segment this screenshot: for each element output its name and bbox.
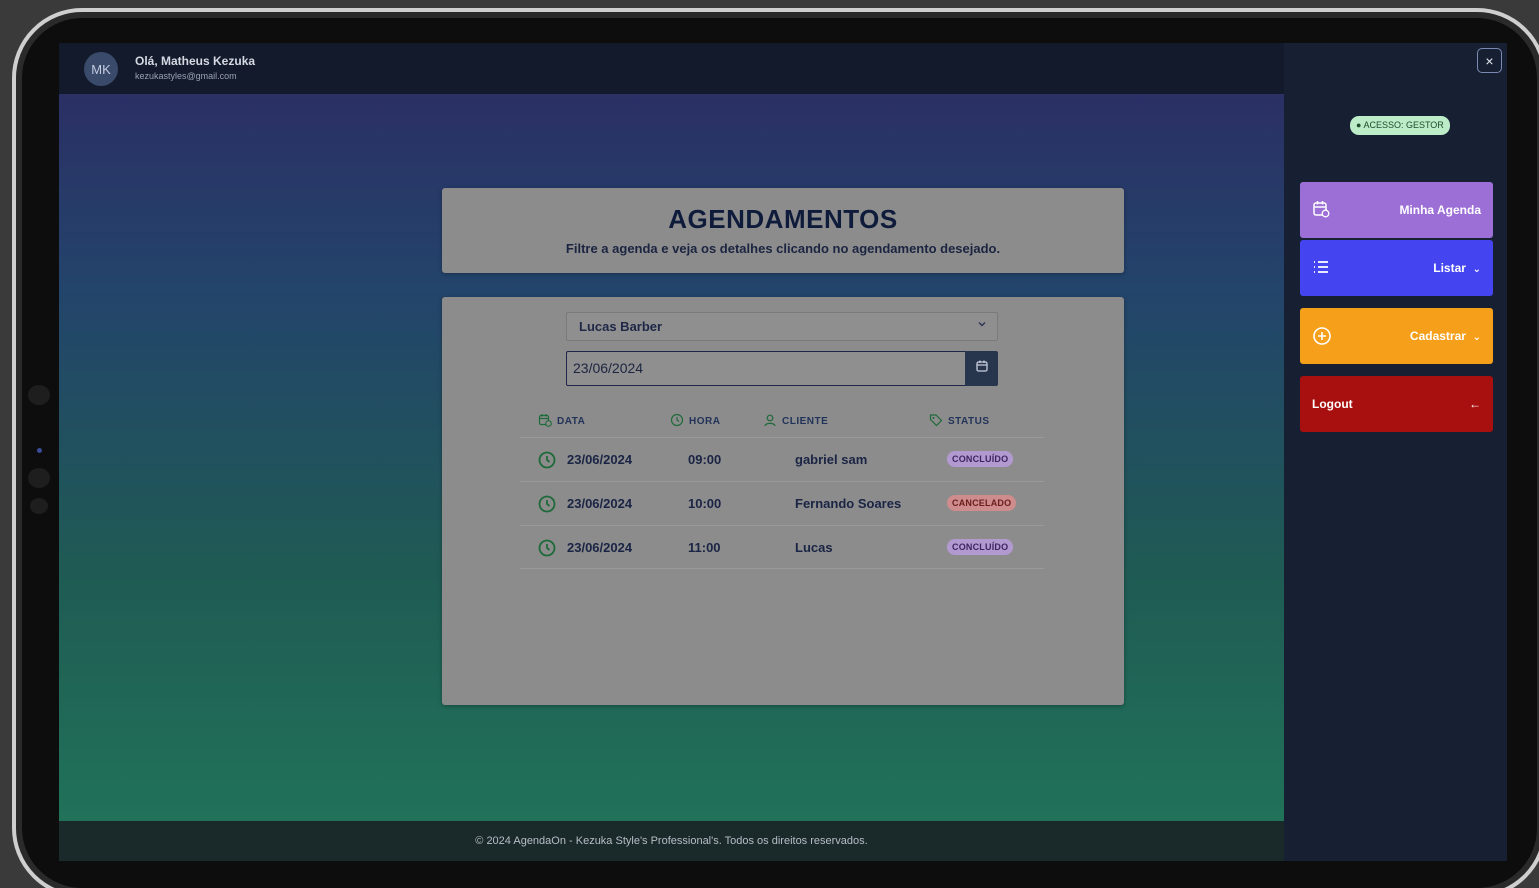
sidebar: × ● ACESSO: GESTOR Minha Agenda Listar ⌄… <box>1284 43 1507 861</box>
user-icon <box>763 413 777 430</box>
row-time: 11:00 <box>688 540 721 555</box>
row-date: 23/06/2024 <box>567 540 633 555</box>
column-header-cliente[interactable]: CLIENTE <box>763 413 828 430</box>
chevron-down-icon: ⌄ <box>1472 264 1481 275</box>
date-input[interactable]: 23/06/2024 <box>566 351 966 386</box>
table-row[interactable]: 23/06/2024 10:00 Fernando Soares CANCELA… <box>520 481 1044 525</box>
schedule-card: Lucas Barber 23/06/2024 DATA HORA CLIENT… <box>442 297 1124 705</box>
clock-icon <box>538 539 556 560</box>
register-button[interactable]: Cadastrar ⌄ <box>1300 308 1493 364</box>
calendar-clock-icon <box>1312 200 1330 221</box>
column-header-status[interactable]: STATUS <box>929 413 990 430</box>
plus-circle-icon <box>1312 326 1332 349</box>
top-bar: MK Olá, Matheus Kezuka kezukastyles@gmai… <box>59 43 1284 94</box>
column-header-hora[interactable]: HORA <box>670 413 720 430</box>
row-client: Fernando Soares <box>795 496 902 511</box>
row-client: gabriel sam <box>795 452 868 467</box>
role-badge: ● ACESSO: GESTOR <box>1350 116 1450 135</box>
tag-icon <box>929 413 943 430</box>
close-sidebar-button[interactable]: × <box>1477 48 1502 73</box>
table-header: DATA HORA CLIENTE STATUS <box>520 407 1044 437</box>
calendar-icon <box>975 359 989 378</box>
device-side-button <box>28 385 50 405</box>
logout-label: Logout <box>1312 397 1353 411</box>
list-label: Listar ⌄ <box>1433 261 1481 275</box>
status-badge: CONCLUÍDO <box>947 539 1014 555</box>
clock-icon <box>538 495 556 516</box>
professional-select[interactable]: Lucas Barber <box>566 312 998 341</box>
table-row[interactable]: 23/06/2024 09:00 gabriel sam CONCLUÍDO <box>520 437 1044 481</box>
row-date: 23/06/2024 <box>567 452 633 467</box>
clock-icon <box>670 413 684 430</box>
list-button[interactable]: Listar ⌄ <box>1300 240 1493 296</box>
row-date: 23/06/2024 <box>567 496 633 511</box>
device-side-button <box>30 498 48 514</box>
user-greeting: Olá, Matheus Kezuka <box>135 54 256 68</box>
column-header-data[interactable]: DATA <box>538 413 585 430</box>
my-agenda-button[interactable]: Minha Agenda <box>1300 182 1493 238</box>
avatar[interactable]: MK <box>84 52 118 86</box>
screen: MK Olá, Matheus Kezuka kezukastyles@gmai… <box>59 43 1507 861</box>
page-subtitle: Filtre a agenda e veja os detalhes clica… <box>565 241 1001 256</box>
row-time: 09:00 <box>688 452 722 467</box>
professional-select-value: Lucas Barber <box>579 319 663 334</box>
chevron-down-icon <box>977 319 987 332</box>
main-area: MK Olá, Matheus Kezuka kezukastyles@gmai… <box>59 43 1284 861</box>
device-side-button <box>28 468 50 488</box>
page-title: AGENDAMENTOS <box>668 204 898 234</box>
device-camera <box>37 448 42 453</box>
calendar-picker-button[interactable] <box>965 351 998 386</box>
clock-icon <box>538 451 556 472</box>
list-icon <box>1312 258 1330 279</box>
calendar-clock-icon <box>538 413 552 430</box>
footer: © 2024 AgendaOn - Kezuka Style's Profess… <box>59 821 1284 861</box>
arrow-left-icon: ← <box>1469 397 1481 411</box>
status-badge: CANCELADO <box>947 495 1017 511</box>
logout-button[interactable]: Logout ← <box>1300 376 1493 432</box>
table-row[interactable]: 23/06/2024 11:00 Lucas CONCLUÍDO <box>520 525 1044 569</box>
page-header-card: AGENDAMENTOS Filtre a agenda e veja os d… <box>442 188 1124 273</box>
my-agenda-label: Minha Agenda <box>1399 203 1481 217</box>
row-time: 10:00 <box>688 496 722 511</box>
chevron-down-icon: ⌄ <box>1472 332 1481 343</box>
close-icon: × <box>1485 52 1494 69</box>
register-label: Cadastrar ⌄ <box>1409 329 1481 343</box>
user-email: kezukastyles@gmail.com <box>135 71 237 81</box>
row-client: Lucas <box>795 540 833 555</box>
status-badge: CONCLUÍDO <box>947 451 1014 467</box>
